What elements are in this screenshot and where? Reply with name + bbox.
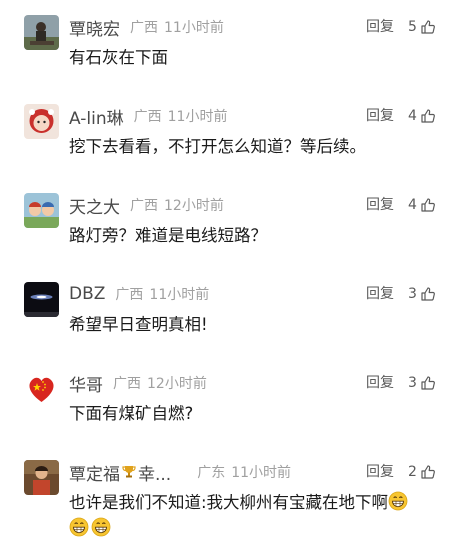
comment-header: A-lin琳 广西 11小时前 [69, 104, 228, 129]
comment-item: 华哥 广西 12小时前 回复 3 下面有煤矿自燃? [0, 371, 470, 431]
user-name[interactable]: 天之大 [69, 193, 120, 218]
comment-item: DBZ 广西 11小时前 回复 3 希望早日查明真相! [0, 282, 470, 342]
comment-header: 覃晓宏 广西 11小时前 [69, 15, 224, 40]
like-button[interactable]: 3 [408, 371, 436, 395]
reply-button[interactable]: 回复 [366, 282, 394, 306]
thumbs-up-icon [421, 20, 435, 34]
grinning-face-icon [388, 491, 408, 511]
avatar-image [24, 282, 59, 317]
comment-time: 11小时前 [164, 20, 224, 36]
comment-text-body: 也许是我们不知道:我大柳州有宝藏在地下啊 [69, 493, 389, 512]
like-count: 3 [408, 286, 417, 302]
thumbs-up-icon [421, 287, 435, 301]
comment-item: 覃定福 幸... 广东 11小时前 回复 2 也许是我们不知道:我大柳州有宝藏在… [0, 460, 470, 550]
user-region: 广西 [133, 109, 162, 125]
user-name[interactable]: DBZ [69, 284, 105, 304]
comment-text: 有石灰在下面 [69, 48, 168, 67]
comment-header: DBZ 广西 11小时前 [69, 282, 209, 306]
reply-button[interactable]: 回复 [366, 193, 394, 217]
comment-time: 12小时前 [147, 376, 207, 392]
user-region: 广西 [113, 376, 141, 392]
user-region: 广东 [197, 465, 226, 481]
like-count: 4 [408, 197, 417, 213]
avatar-image [24, 15, 59, 50]
comment-time: 11小时前 [149, 287, 210, 303]
thumbs-up-icon [421, 376, 435, 390]
comment-text: 希望早日查明真相! [69, 315, 208, 334]
like-count: 3 [408, 375, 417, 391]
like-button[interactable]: 2 [408, 460, 436, 484]
user-avatar[interactable] [24, 282, 59, 317]
user-avatar[interactable] [24, 371, 59, 406]
user-avatar[interactable] [24, 460, 59, 495]
thumbs-up-icon [421, 198, 435, 212]
like-button[interactable]: 3 [408, 282, 436, 306]
comment-text: 也许是我们不知道:我大柳州有宝藏在地下啊 [69, 490, 449, 542]
user-region: 广西 [130, 20, 158, 36]
avatar-image [24, 371, 59, 406]
comment-time: 11小时前 [231, 465, 292, 481]
user-name-suffix[interactable]: 幸... [138, 460, 171, 485]
thumbs-up-icon [421, 109, 435, 123]
user-avatar[interactable] [24, 193, 59, 228]
like-count: 4 [408, 108, 417, 124]
reply-button[interactable]: 回复 [366, 371, 394, 395]
user-avatar[interactable] [24, 104, 59, 139]
comment-text: 下面有煤矿自燃? [69, 404, 194, 423]
user-name[interactable]: A-lin琳 [69, 104, 124, 129]
like-button[interactable]: 4 [408, 104, 436, 128]
comment-item: A-lin琳 广西 11小时前 回复 4 挖下去看看，不打开怎么知道？等后续。 [0, 104, 470, 164]
reply-button[interactable]: 回复 [366, 15, 394, 39]
comment-text: 路灯旁？难道是电线短路？ [69, 226, 267, 245]
user-region: 广西 [115, 287, 144, 303]
user-name[interactable]: 华哥 [69, 371, 103, 396]
comment-item: 天之大 广西 12小时前 回复 4 路灯旁？难道是电线短路？ [0, 193, 470, 253]
avatar-image [24, 460, 59, 495]
comment-header: 天之大 广西 12小时前 [69, 193, 224, 218]
comment-text: 挖下去看看，不打开怎么知道？等后续。 [69, 137, 366, 156]
reply-button[interactable]: 回复 [366, 460, 394, 484]
comment-item: 覃晓宏 广西 11小时前 回复 5 有石灰在下面 [0, 15, 470, 75]
user-name[interactable]: 覃定福 [69, 460, 120, 485]
comment-time: 11小时前 [167, 109, 228, 125]
grinning-face-icon [91, 517, 111, 537]
comment-header: 覃定福 幸... 广东 11小时前 [69, 460, 292, 485]
like-count: 5 [408, 19, 417, 35]
reply-button[interactable]: 回复 [366, 104, 394, 128]
user-region: 广西 [130, 198, 158, 214]
grinning-face-icon [69, 517, 89, 537]
avatar-image [24, 104, 59, 139]
user-name[interactable]: 覃晓宏 [69, 15, 120, 40]
thumbs-up-icon [421, 465, 435, 479]
trophy-icon [121, 464, 137, 480]
like-button[interactable]: 4 [408, 193, 436, 217]
like-button[interactable]: 5 [408, 15, 436, 39]
user-avatar[interactable] [24, 15, 59, 50]
avatar-image [24, 193, 59, 228]
like-count: 2 [408, 464, 417, 480]
comment-header: 华哥 广西 12小时前 [69, 371, 207, 396]
comment-time: 12小时前 [164, 198, 224, 214]
